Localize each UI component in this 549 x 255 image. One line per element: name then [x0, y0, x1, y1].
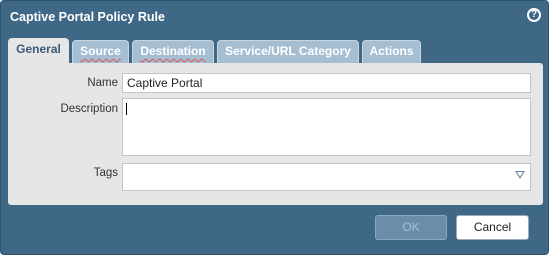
tab-source-label: Source	[80, 44, 121, 58]
tab-actions[interactable]: Actions	[362, 40, 421, 63]
tags-field[interactable]	[122, 163, 531, 191]
name-label: Name	[87, 77, 118, 89]
tab-destination-label: Destination	[140, 44, 206, 58]
dropdown-arrow-icon[interactable]	[515, 171, 525, 179]
tab-source[interactable]: Source	[72, 40, 129, 63]
general-tab-panel: Name Captive Portal Description Tags	[8, 63, 543, 205]
text-cursor	[126, 103, 127, 115]
tab-actions-label: Actions	[369, 44, 414, 58]
dialog-title: Captive Portal Policy Rule	[10, 10, 165, 24]
tags-label: Tags	[93, 167, 118, 179]
help-icon[interactable]: ?	[527, 8, 541, 22]
description-label: Description	[60, 103, 118, 115]
name-value: Captive Portal	[127, 76, 203, 90]
policy-rule-dialog: Captive Portal Policy Rule ? General Sou…	[0, 0, 549, 255]
description-field[interactable]	[122, 98, 531, 156]
tab-general-label: General	[16, 42, 61, 56]
tab-general[interactable]: General	[8, 38, 69, 64]
tab-service-url-category-label: Service/URL Category	[225, 44, 351, 58]
dialog-titlebar: Captive Portal Policy Rule ?	[1, 1, 548, 33]
ok-button[interactable]: OK	[375, 215, 447, 240]
cancel-button[interactable]: Cancel	[456, 215, 529, 240]
tab-service-url-category[interactable]: Service/URL Category	[217, 40, 359, 63]
tab-bar: General Source Destination Service/URL C…	[8, 38, 541, 64]
name-field[interactable]: Captive Portal	[122, 73, 531, 93]
tab-destination[interactable]: Destination	[132, 40, 214, 63]
